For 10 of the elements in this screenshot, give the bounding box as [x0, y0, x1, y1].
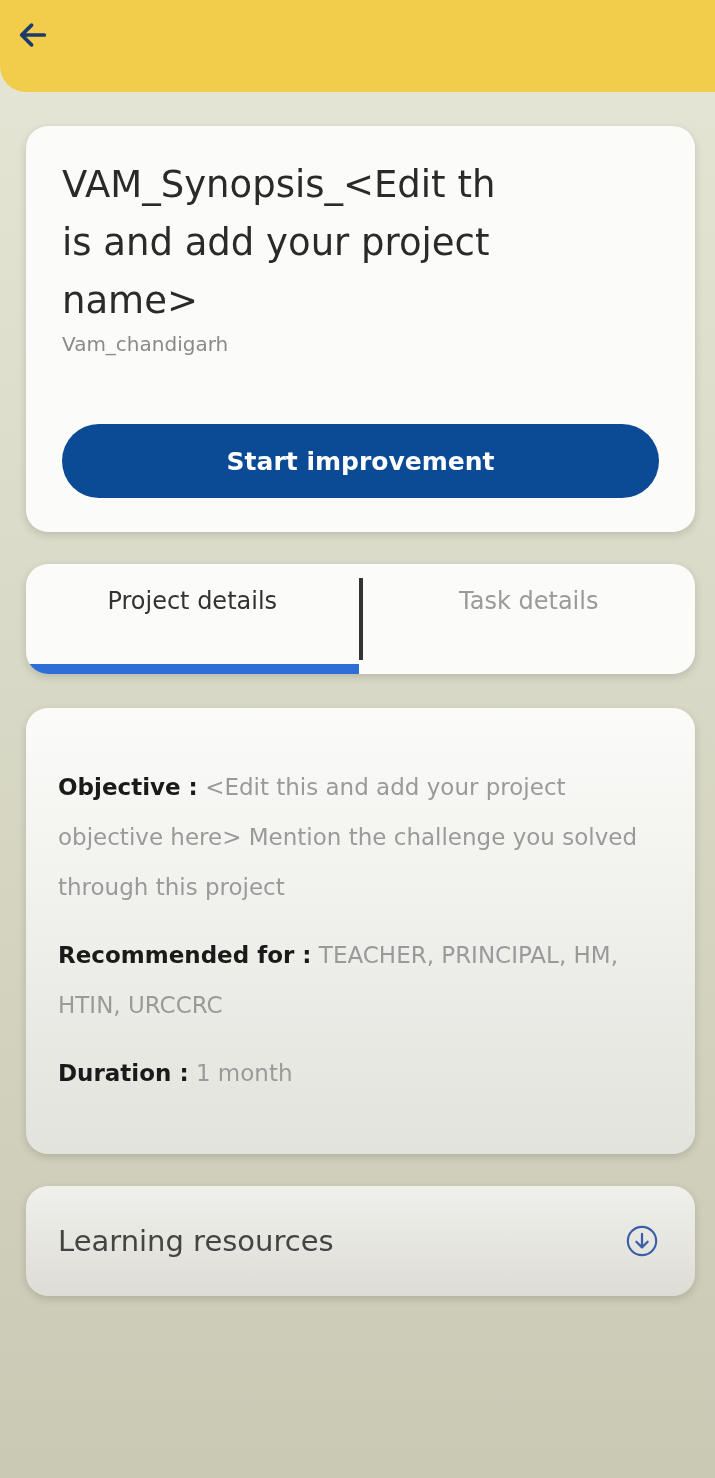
detail-line: Objective : <Edit this and add your project objective here> Mention the challenge you solved through this project — [58, 773, 638, 902]
learning-resources-row[interactable]: Learning resources — [26, 1186, 695, 1296]
project-owner: Vam_chandigarh — [62, 332, 230, 356]
project-title: VAM_Synopsis_<Edit this and add your project name> — [62, 162, 497, 324]
tab[interactable]: Project details — [26, 564, 359, 674]
start-improvement-button[interactable]: Start improvement — [62, 424, 659, 498]
detail-line: Duration : 1 month — [58, 1059, 294, 1088]
detail-line: Recommended for : TEACHER, PRINCIPAL, HM, HTIN, URCCRC — [58, 941, 619, 1020]
download-icon — [625, 1224, 659, 1258]
learning-resources-label: Learning resources — [58, 1224, 334, 1258]
